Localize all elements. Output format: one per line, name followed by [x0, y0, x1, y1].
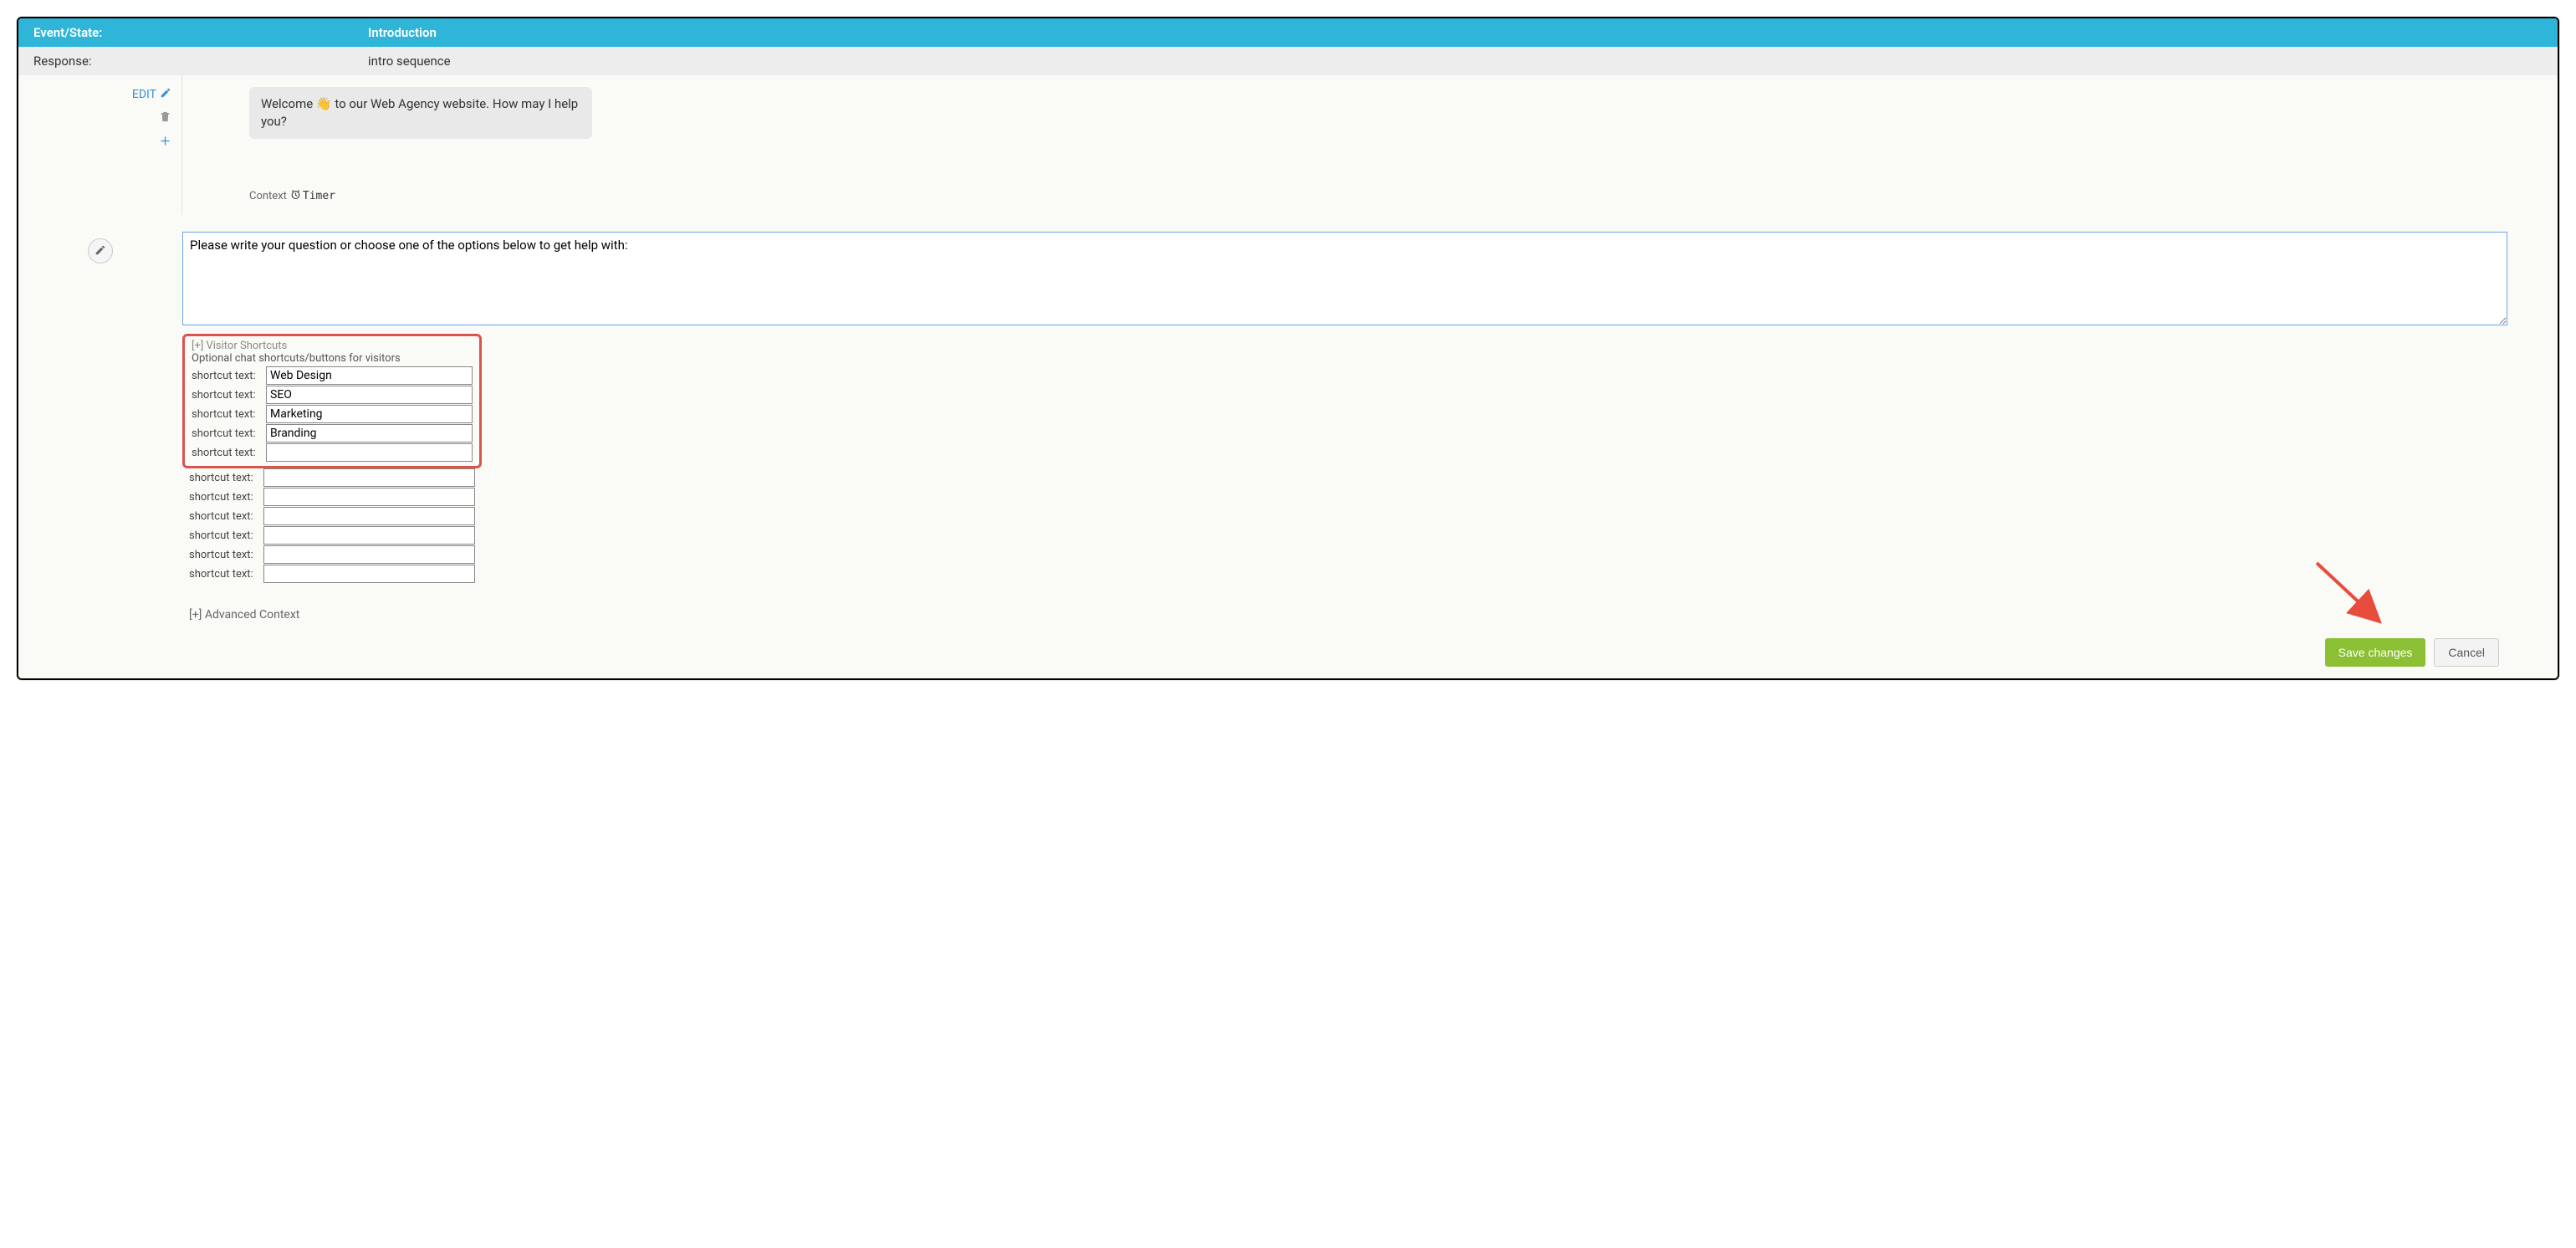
- shortcuts-highlight-box: [+] Visitor Shortcuts Optional chat shor…: [182, 334, 482, 468]
- shortcut-row: shortcut text:: [192, 405, 473, 423]
- shortcut-row: shortcut text:: [192, 443, 473, 462]
- shortcut-label: shortcut text:: [189, 491, 260, 504]
- shortcut-row: shortcut text:: [192, 366, 473, 385]
- shortcut-label: shortcut text:: [189, 510, 260, 523]
- shortcut-label: shortcut text:: [189, 529, 260, 542]
- delete-button[interactable]: [159, 110, 171, 126]
- shortcut-row: shortcut text:: [192, 424, 473, 442]
- response-label: Response:: [33, 54, 368, 69]
- shortcut-row: shortcut text:: [189, 545, 475, 564]
- trash-icon: [159, 110, 171, 126]
- shortcut-input-10[interactable]: [263, 545, 475, 564]
- context-row: Context Timer: [249, 189, 2491, 203]
- shortcut-row: shortcut text:: [192, 386, 473, 404]
- shortcut-input-2[interactable]: [266, 386, 473, 404]
- shortcuts-description: Optional chat shortcuts/buttons for visi…: [192, 352, 473, 365]
- pencil-icon: [160, 87, 171, 102]
- context-label: Context: [249, 190, 287, 202]
- shortcut-label: shortcut text:: [192, 370, 263, 382]
- timer-text: Timer: [303, 190, 335, 202]
- cancel-button[interactable]: Cancel: [2434, 638, 2499, 667]
- edit-button[interactable]: EDIT: [132, 87, 171, 102]
- welcome-text-pre: Welcome: [261, 96, 316, 111]
- shortcut-input-4[interactable]: [266, 424, 473, 442]
- shortcut-input-6[interactable]: [263, 468, 475, 487]
- shortcut-input-9[interactable]: [263, 526, 475, 545]
- wave-icon: 👋: [316, 96, 332, 111]
- shortcuts-toggle[interactable]: [+] Visitor Shortcuts: [192, 340, 473, 352]
- shortcut-label: shortcut text:: [189, 549, 260, 561]
- event-label: Event/State:: [33, 25, 368, 40]
- chat-bubble: Welcome 👋 to our Web Agency website. How…: [249, 87, 592, 139]
- shortcut-label: shortcut text:: [189, 568, 260, 581]
- shortcut-input-1[interactable]: [266, 366, 473, 385]
- shortcut-row: shortcut text:: [189, 468, 475, 487]
- response-header: Response: intro sequence: [18, 47, 2558, 75]
- shortcut-label: shortcut text:: [189, 472, 260, 484]
- shortcut-input-5[interactable]: [266, 443, 473, 462]
- shortcut-label: shortcut text:: [192, 427, 263, 440]
- shortcut-label: shortcut text:: [192, 408, 263, 421]
- shortcut-row: shortcut text:: [189, 526, 475, 545]
- shortcut-row: shortcut text:: [189, 507, 475, 525]
- plus-icon: [159, 135, 171, 151]
- advanced-context-toggle[interactable]: [+] Advanced Context: [182, 608, 2507, 621]
- shortcut-input-8[interactable]: [263, 507, 475, 525]
- clock-icon: [290, 189, 301, 203]
- edit-indicator: [88, 238, 113, 263]
- edit-label: EDIT: [132, 88, 156, 101]
- shortcut-row: shortcut text:: [189, 488, 475, 506]
- shortcut-label: shortcut text:: [192, 389, 263, 402]
- event-value: Introduction: [368, 25, 2543, 40]
- response-value: intro sequence: [368, 54, 2543, 69]
- shortcut-input-11[interactable]: [263, 565, 475, 583]
- shortcut-label: shortcut text:: [192, 447, 263, 459]
- pencil-icon: [95, 243, 106, 259]
- shortcut-row: shortcut text:: [189, 565, 475, 583]
- event-header: Event/State: Introduction: [18, 18, 2558, 47]
- response-textarea[interactable]: [182, 232, 2507, 325]
- add-button[interactable]: [159, 135, 171, 151]
- timer-badge: Timer: [290, 189, 335, 203]
- shortcut-input-7[interactable]: [263, 488, 475, 506]
- shortcut-input-3[interactable]: [266, 405, 473, 423]
- save-button[interactable]: Save changes: [2325, 638, 2426, 667]
